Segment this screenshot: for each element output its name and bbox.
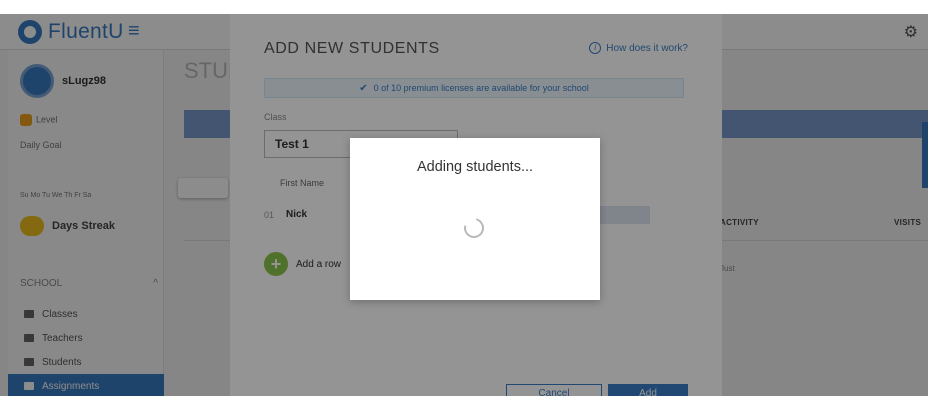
progress-message: Adding students... — [416, 159, 534, 175]
progress-dialog: Adding students... — [350, 138, 600, 300]
window-top-edge — [0, 0, 928, 14]
spinner-icon — [460, 214, 488, 242]
